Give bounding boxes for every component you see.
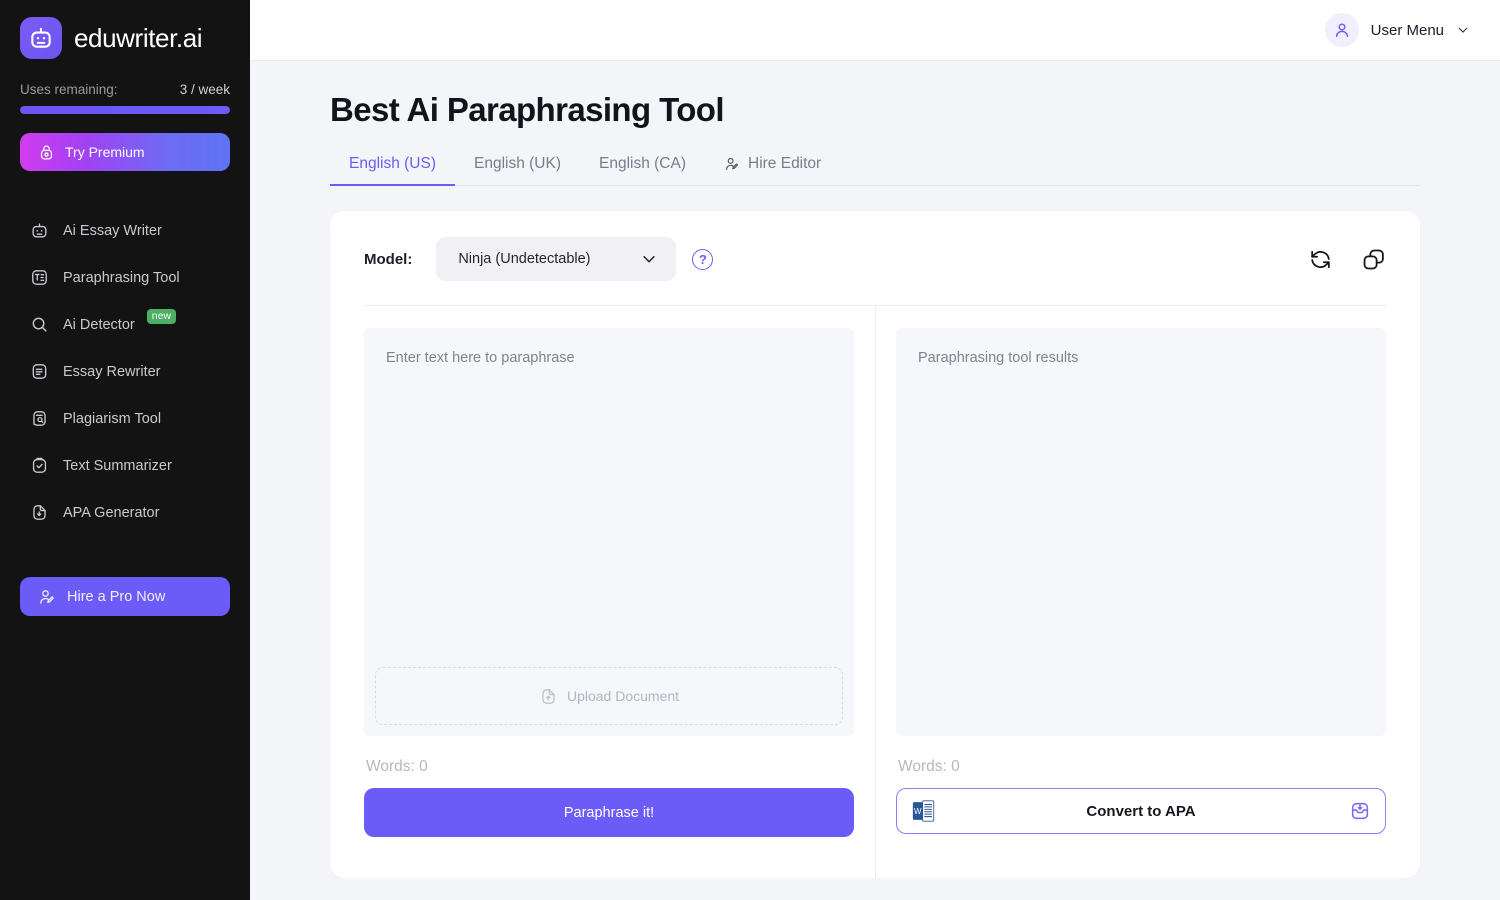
try-premium-button[interactable]: Try Premium bbox=[20, 133, 230, 171]
sidebar: eduwriter.ai Uses remaining: 3 / week Tr… bbox=[0, 0, 250, 900]
sidebar-item-label: Ai Essay Writer bbox=[63, 222, 162, 239]
tab-label: Hire Editor bbox=[748, 155, 822, 172]
brand-name: eduwriter.ai bbox=[74, 22, 203, 53]
model-label: Model: bbox=[364, 250, 413, 268]
sidebar-item-essay-rewriter[interactable]: Essay Rewriter bbox=[0, 348, 250, 395]
premium-lock-icon bbox=[38, 144, 55, 161]
sidebar-item-ai-detector[interactable]: Ai Detector new bbox=[0, 301, 250, 348]
status-badge: new bbox=[146, 308, 176, 325]
document-search-icon bbox=[30, 409, 49, 428]
output-placeholder: Paraphrasing tool results bbox=[918, 350, 1079, 366]
topbar: User Menu bbox=[250, 0, 1500, 61]
search-icon bbox=[30, 315, 49, 334]
sidebar-item-label: Ai Detector bbox=[63, 316, 135, 333]
model-row: Model: Ninja (Undetectable) ? bbox=[364, 237, 1386, 306]
user-menu-label: User Menu bbox=[1370, 21, 1444, 39]
hire-a-pro-label: Hire a Pro Now bbox=[67, 588, 166, 605]
sidebar-item-plagiarism-tool[interactable]: Plagiarism Tool bbox=[0, 395, 250, 442]
model-selected-value: Ninja (Undetectable) bbox=[458, 251, 591, 267]
robot-icon bbox=[30, 221, 49, 240]
panel-divider bbox=[875, 306, 876, 878]
tab-label: English (CA) bbox=[599, 155, 686, 172]
tab-english-uk[interactable]: English (UK) bbox=[455, 147, 580, 186]
paraphrase-output[interactable]: Paraphrasing tool results bbox=[896, 328, 1386, 736]
file-upload-icon bbox=[539, 687, 558, 706]
sidebar-item-paraphrasing-tool[interactable]: Paraphrasing Tool bbox=[0, 254, 250, 301]
uses-remaining-label: Uses remaining: bbox=[20, 82, 118, 97]
app-root: eduwriter.ai Uses remaining: 3 / week Tr… bbox=[0, 0, 1500, 900]
tab-label: English (UK) bbox=[474, 155, 561, 172]
language-tabs: English (US) English (UK) English (CA) H… bbox=[330, 147, 1420, 186]
user-menu-button[interactable]: User Menu bbox=[1324, 13, 1470, 47]
convert-to-apa-button[interactable]: W Convert to APA bbox=[896, 788, 1386, 834]
brand[interactable]: eduwriter.ai bbox=[0, 0, 250, 60]
uses-remaining-value: 3 / week bbox=[179, 82, 230, 97]
input-word-count: Words: 0 bbox=[366, 758, 428, 775]
tool-card: Model: Ninja (Undetectable) ? Enter text… bbox=[330, 211, 1420, 878]
editor-panels: Enter text here to paraphrase Upload Doc… bbox=[364, 306, 1386, 878]
upload-document-label: Upload Document bbox=[566, 688, 680, 704]
sidebar-item-label: Text Summarizer bbox=[63, 457, 172, 474]
sidebar-item-label: Plagiarism Tool bbox=[63, 410, 162, 427]
model-select[interactable]: Ninja (Undetectable) bbox=[436, 237, 677, 281]
copy-icon[interactable] bbox=[1361, 247, 1386, 272]
content: Best Ai Paraphrasing Tool English (US) E… bbox=[250, 61, 1500, 878]
word-document-icon: W bbox=[911, 798, 937, 824]
output-word-count: Words: 0 bbox=[898, 758, 960, 775]
question-mark-icon[interactable]: ? bbox=[692, 248, 714, 270]
sidebar-item-apa-generator[interactable]: APA Generator bbox=[0, 489, 250, 536]
refresh-icon[interactable] bbox=[1308, 247, 1333, 272]
input-placeholder: Enter text here to paraphrase bbox=[386, 350, 575, 366]
input-panel: Enter text here to paraphrase Upload Doc… bbox=[364, 306, 875, 878]
try-premium-label: Try Premium bbox=[65, 144, 145, 160]
paraphrase-icon bbox=[30, 268, 49, 287]
sidebar-item-text-summarizer[interactable]: Text Summarizer bbox=[0, 442, 250, 489]
chevron-down-icon bbox=[1456, 23, 1470, 37]
robot-icon bbox=[20, 17, 62, 59]
tab-english-ca[interactable]: English (CA) bbox=[580, 147, 705, 186]
chevron-down-icon bbox=[640, 250, 658, 268]
document-lines-icon bbox=[30, 362, 49, 381]
sidebar-item-label: APA Generator bbox=[63, 504, 160, 521]
tab-label: English (US) bbox=[349, 155, 436, 172]
tab-english-us[interactable]: English (US) bbox=[330, 147, 455, 186]
output-panel: Paraphrasing tool results Words: 0 W Con… bbox=[875, 306, 1386, 878]
file-download-icon bbox=[30, 503, 49, 522]
page-title: Best Ai Paraphrasing Tool bbox=[330, 91, 725, 128]
hire-a-pro-button[interactable]: Hire a Pro Now bbox=[20, 577, 230, 616]
card-actions bbox=[1308, 247, 1386, 272]
download-tray-icon bbox=[1349, 800, 1371, 822]
svg-text:W: W bbox=[914, 807, 922, 816]
tab-hire-editor[interactable]: Hire Editor bbox=[705, 147, 840, 186]
sidebar-item-label: Paraphrasing Tool bbox=[63, 269, 180, 286]
uses-remaining: Uses remaining: 3 / week bbox=[0, 60, 250, 97]
sidebar-item-ai-essay-writer[interactable]: Ai Essay Writer bbox=[0, 207, 250, 254]
avatar bbox=[1324, 13, 1359, 47]
uses-progress-fill bbox=[20, 106, 230, 114]
sidebar-nav: Ai Essay Writer Paraphrasing Tool Ai Det… bbox=[0, 207, 250, 536]
uses-progress-bar bbox=[20, 106, 230, 114]
paraphrase-it-button[interactable]: Paraphrase it! bbox=[364, 788, 854, 837]
user-edit-icon bbox=[38, 588, 56, 606]
main-area: User Menu Best Ai Paraphrasing Tool Engl… bbox=[250, 0, 1500, 900]
convert-to-apa-label: Convert to APA bbox=[1086, 802, 1196, 820]
clipboard-check-icon bbox=[30, 456, 49, 475]
user-edit-icon bbox=[724, 156, 740, 172]
paraphrase-input[interactable]: Enter text here to paraphrase Upload Doc… bbox=[364, 328, 854, 736]
sidebar-item-label: Essay Rewriter bbox=[63, 363, 161, 380]
upload-document-dropzone[interactable]: Upload Document bbox=[375, 667, 843, 725]
help-glyph: ? bbox=[698, 251, 707, 267]
